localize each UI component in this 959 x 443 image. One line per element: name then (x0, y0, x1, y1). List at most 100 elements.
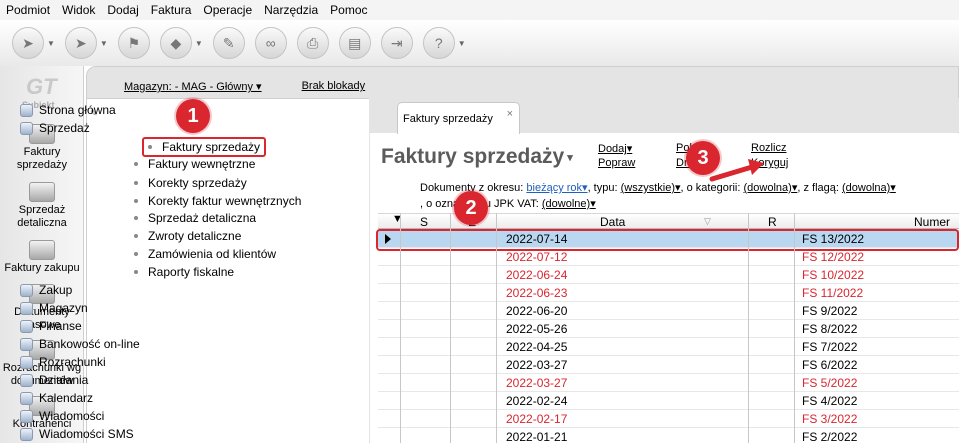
menu-dodaj[interactable]: Dodaj (107, 3, 138, 17)
edit-button[interactable]: Popraw (598, 157, 635, 169)
printer-icon: ⎙ (296, 27, 329, 59)
column-separator (496, 213, 497, 443)
column-separator (794, 213, 795, 443)
table-row[interactable]: 2022-06-23 FS 11/2022 (378, 284, 959, 302)
tab-faktury-sprzedazy[interactable]: Faktury sprzedaży × (397, 102, 520, 134)
sidebar-item-sprzedaz-detaliczna[interactable]: Sprzedaż detaliczna (0, 182, 84, 230)
cell-number: FS 8/2022 (802, 322, 858, 336)
toolbar-button[interactable]: ➤ ▼ (12, 27, 55, 59)
tree-node-wiadomosci-sms[interactable]: Wiadomości SMS (20, 427, 134, 441)
column-numer[interactable]: Numer (914, 215, 950, 229)
tree-node-label: Zakup (39, 283, 73, 297)
home-icon (20, 103, 33, 117)
cell-date: 2022-01-21 (506, 430, 568, 443)
tree-node-rozrachunki[interactable]: Rozrachunki (20, 355, 106, 369)
expand-filters-icon[interactable]: ▼ (392, 213, 403, 225)
chevron-down-icon[interactable]: ▼ (100, 39, 108, 48)
tree-node-magazyn[interactable]: Magazyn (20, 301, 88, 315)
tree-node-dzialania[interactable]: Działania (20, 373, 88, 387)
column-data[interactable]: Data (600, 215, 625, 229)
tree-node-zakup[interactable]: Zakup (20, 283, 72, 297)
tree-subitem-korekty-sprzedazy[interactable]: Korekty sprzedaży (134, 176, 247, 190)
cell-number: FS 10/2022 (802, 268, 865, 282)
toolbar-button[interactable]: ⚑ (117, 27, 150, 59)
jpk-filter[interactable]: (dowolne)▾ (542, 198, 596, 210)
type-filter[interactable]: (wszystkie)▾ (621, 182, 681, 194)
tree-subitem-faktury-sprzedazy[interactable]: Faktury sprzedaży (142, 137, 267, 157)
tree-node-label: Bankowość on-line (39, 337, 140, 351)
table-row[interactable]: 2022-06-24 FS 10/2022 (378, 266, 959, 284)
sidebar-item-faktury-zakupu[interactable]: Faktury zakupu (0, 240, 84, 275)
tree-subitem-sprzedaz-detaliczna[interactable]: Sprzedaż detaliczna (134, 211, 256, 225)
settle-button[interactable]: Rozlicz (751, 142, 786, 154)
flag-filter[interactable]: (dowolna)▾ (842, 182, 896, 194)
menu-faktura[interactable]: Faktura (151, 3, 192, 17)
sidebar-item-label: Faktury zakupu (4, 262, 80, 274)
sort-indicator-icon: ▽ (704, 216, 711, 226)
period-filter[interactable]: bieżący rok▾ (526, 182, 587, 194)
tree-subitem-zwroty-detaliczne[interactable]: Zwroty detaliczne (134, 229, 241, 243)
table-row[interactable]: 2022-03-27 FS 6/2022 (378, 356, 959, 374)
documents-icon (29, 240, 55, 260)
chevron-down-icon[interactable]: ▼ (458, 39, 466, 48)
tree-subitem-faktury-wewnetrzne[interactable]: Faktury wewnętrzne (134, 157, 255, 171)
tree-node-label: Magazyn (39, 301, 88, 315)
annotation-arrow-icon (709, 159, 764, 182)
tree-node-strona-glowna[interactable]: Strona główna (20, 103, 116, 117)
tree-subitem-label: Zamówienia od klientów (148, 247, 277, 261)
table-row[interactable]: 2022-02-24 FS 4/2022 (378, 392, 959, 410)
cell-date: 2022-05-26 (506, 322, 568, 336)
toolbar-button[interactable]: ? ▼ (422, 27, 466, 59)
tree-node-wiadomosci[interactable]: Wiadomości (20, 409, 104, 423)
brak-blokady-link[interactable]: Brak blokady (302, 80, 366, 93)
tree-node-finanse[interactable]: Finanse (20, 319, 82, 333)
back-icon: ➤ (12, 27, 44, 59)
toolbar-button[interactable]: ➤ ▼ (64, 27, 108, 59)
toolbar-button[interactable]: ▤ (338, 27, 371, 59)
tree-subitem-label: Faktury wewnętrzne (148, 157, 256, 171)
toolbar-button[interactable]: ∞ (254, 27, 287, 59)
cell-date: 2022-04-25 (506, 340, 568, 354)
page-title[interactable]: Faktury sprzedaży ▾ (381, 145, 573, 169)
column-r[interactable]: R (768, 215, 777, 229)
book-icon: ▤ (338, 27, 371, 59)
sidebar-item-label: Sprzedaż detaliczna (17, 204, 67, 229)
tree-subitem-raporty-fiskalne[interactable]: Raporty fiskalne (134, 265, 234, 279)
forward-icon: ➤ (64, 27, 97, 59)
add-button[interactable]: Dodaj▾ (598, 142, 632, 155)
table-row[interactable]: 2022-05-26 FS 8/2022 (378, 320, 959, 338)
finance-icon (20, 319, 33, 333)
cash-register-icon (29, 182, 55, 202)
cell-date: 2022-06-23 (506, 286, 568, 300)
tree-node-kalendarz[interactable]: Kalendarz (20, 391, 93, 405)
toolbar-button[interactable]: ⇥ (380, 27, 413, 59)
menu-pomoc[interactable]: Pomoc (330, 3, 367, 17)
tree-node-sprzedaz[interactable]: Sprzedaż (20, 121, 90, 135)
tree-node-bankowosc[interactable]: Bankowość on-line (20, 337, 140, 351)
menu-operacje[interactable]: Operacje (203, 3, 252, 17)
cell-date: 2022-02-24 (506, 394, 568, 408)
toolbar-button[interactable]: ⎙ (296, 27, 329, 59)
step-badge-2: 2 (454, 191, 488, 225)
sidebar-item-label: Faktury sprzedaży (16, 146, 68, 171)
chevron-down-icon[interactable]: ▼ (47, 39, 55, 48)
sms-icon (20, 427, 33, 441)
menu-narzedzia[interactable]: Narzędzia (264, 3, 318, 17)
tree-subitem-korekty-faktur-wewnetrznych[interactable]: Korekty faktur wewnętrznych (134, 194, 301, 208)
menu-widok[interactable]: Widok (62, 3, 95, 17)
tree-subitem-zamowienia-od-klientow[interactable]: Zamówienia od klientów (134, 247, 276, 261)
toolbar-button[interactable]: ✎ (212, 27, 245, 59)
chevron-down-icon[interactable]: ▼ (195, 39, 203, 48)
table-row[interactable]: 2022-04-25 FS 7/2022 (378, 338, 959, 356)
tree-subitem-label: Zwroty detaliczne (148, 229, 242, 243)
column-s[interactable]: S (420, 215, 428, 229)
warehouse-selector[interactable]: Magazyn: - MAG - Główny ▾ (124, 80, 262, 93)
toolbar-button[interactable]: ◆ ▼ (159, 27, 203, 59)
close-icon[interactable]: × (507, 108, 513, 120)
menu-podmiot[interactable]: Podmiot (6, 3, 50, 17)
table-row[interactable]: 2022-02-17 FS 3/2022 (378, 410, 959, 428)
table-row[interactable]: 2022-06-20 FS 9/2022 (378, 302, 959, 320)
table-row[interactable]: 2022-03-27 FS 5/2022 (378, 374, 959, 392)
coins-icon (20, 121, 33, 135)
table-row[interactable]: 2022-01-21 FS 2/2022 (378, 428, 959, 443)
